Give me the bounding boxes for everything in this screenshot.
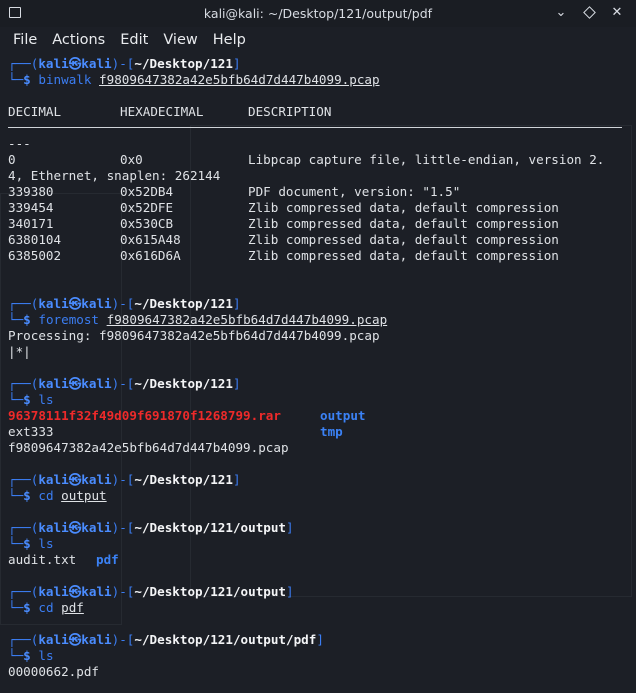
listing-file: f9809647382a42e5bfb64d7d447b4099.pcap — [8, 440, 289, 455]
prompt-line-command: └─$ ls — [8, 648, 54, 663]
table-row: 0x52DFE — [120, 200, 174, 215]
table-row: Zlib compressed data, default compressio… — [248, 248, 559, 263]
prompt-line-command: └─$ cd output — [8, 488, 107, 503]
prompt-line-command: └─$ foremost f9809647382a42e5bfb64d7d447… — [8, 312, 388, 327]
menu-help[interactable]: Help — [213, 27, 246, 53]
maximize-icon[interactable] — [580, 4, 598, 22]
menu-file[interactable]: File — [13, 27, 37, 53]
table-row: 0x616D6A — [120, 248, 181, 263]
close-icon[interactable]: ✕ — [608, 4, 626, 22]
prompt-line-top: ┌──(kali㉿kali)-[~/Desktop/121/output] — [8, 584, 294, 599]
prompt-line-command: └─$ cd pdf — [8, 600, 84, 615]
table-row: 4, Ethernet, snaplen: 262144 — [8, 168, 221, 183]
table-divider — [8, 127, 622, 128]
table-row: 339380 — [8, 184, 54, 199]
terminal-window: kali@kali: ~/Desktop/121/output/pdf ⌄ ✕ … — [0, 0, 636, 693]
table-row: 0x615A48 — [120, 232, 181, 247]
table-row: Libpcap capture file, little-endian, ver… — [248, 152, 605, 167]
table-row: 340171 — [8, 216, 54, 231]
title-bar[interactable]: kali@kali: ~/Desktop/121/output/pdf ⌄ ✕ — [0, 0, 636, 27]
prompt-line-top: ┌──(kali㉿kali)-[~/Desktop/121/output] — [8, 520, 294, 535]
listing-directory: pdf — [96, 552, 119, 567]
table-header: DECIMAL — [8, 104, 62, 119]
table-header: HEXADECIMAL — [120, 104, 204, 119]
prompt-line-command: └─$ ls — [8, 392, 54, 407]
listing-file: audit.txt — [8, 552, 77, 567]
menu-edit[interactable]: Edit — [120, 27, 148, 53]
prompt-line-top: ┌──(kali㉿kali)-[~/Desktop/121] — [8, 376, 241, 391]
menu-view[interactable]: View — [163, 27, 197, 53]
listing-directory: tmp — [320, 424, 343, 439]
prompt-line-command: └─$ ls — [8, 536, 54, 551]
table-row: 0x530CB — [120, 216, 174, 231]
table-header: DESCRIPTION — [248, 104, 332, 119]
minimize-icon[interactable]: ⌄ — [552, 4, 570, 22]
table-row: 6380104 — [8, 232, 62, 247]
table-row: 339454 — [8, 200, 54, 215]
command-output: |*| — [8, 344, 31, 359]
menu-bar: File Actions Edit View Help — [0, 27, 636, 53]
table-row: Zlib compressed data, default compressio… — [248, 232, 559, 247]
listing-file: 00000662.pdf — [8, 664, 99, 679]
prompt-line-top: ┌──(kali㉿kali)-[~/Desktop/121] — [8, 296, 241, 311]
prompt-line-top: ┌──(kali㉿kali)-[~/Desktop/121] — [8, 56, 241, 71]
table-row: 0 — [8, 152, 16, 167]
menu-actions[interactable]: Actions — [52, 27, 105, 53]
prompt-line-top: ┌──(kali㉿kali)-[~/Desktop/121] — [8, 472, 241, 487]
listing-file: ext333 — [8, 424, 54, 439]
table-row: 0x52DB4 — [120, 184, 174, 199]
window-title: kali@kali: ~/Desktop/121/output/pdf — [203, 6, 433, 21]
listing-archive-file: 96378111f32f49d09f691870f1268799.rar — [8, 408, 281, 423]
table-row: Zlib compressed data, default compressio… — [248, 200, 559, 215]
table-row: 0x0 — [120, 152, 143, 167]
table-row: 6385002 — [8, 248, 62, 263]
command-output: Processing: f9809647382a42e5bfb64d7d447b… — [8, 328, 380, 343]
table-row: PDF document, version: "1.5" — [248, 184, 461, 199]
table-row: Zlib compressed data, default compressio… — [248, 216, 559, 231]
listing-directory: output — [320, 408, 366, 423]
window-controls: ⌄ ✕ — [552, 4, 626, 22]
terminal-output[interactable]: ┌──(kali㉿kali)-[~/Desktop/121] └─$ binwa… — [0, 53, 636, 693]
prompt-line-command: └─$ binwalk f9809647382a42e5bfb64d7d447b… — [8, 72, 380, 87]
prompt-line-top: ┌──(kali㉿kali)-[~/Desktop/121/output/pdf… — [8, 632, 324, 647]
table-dashes: --- — [8, 136, 31, 151]
